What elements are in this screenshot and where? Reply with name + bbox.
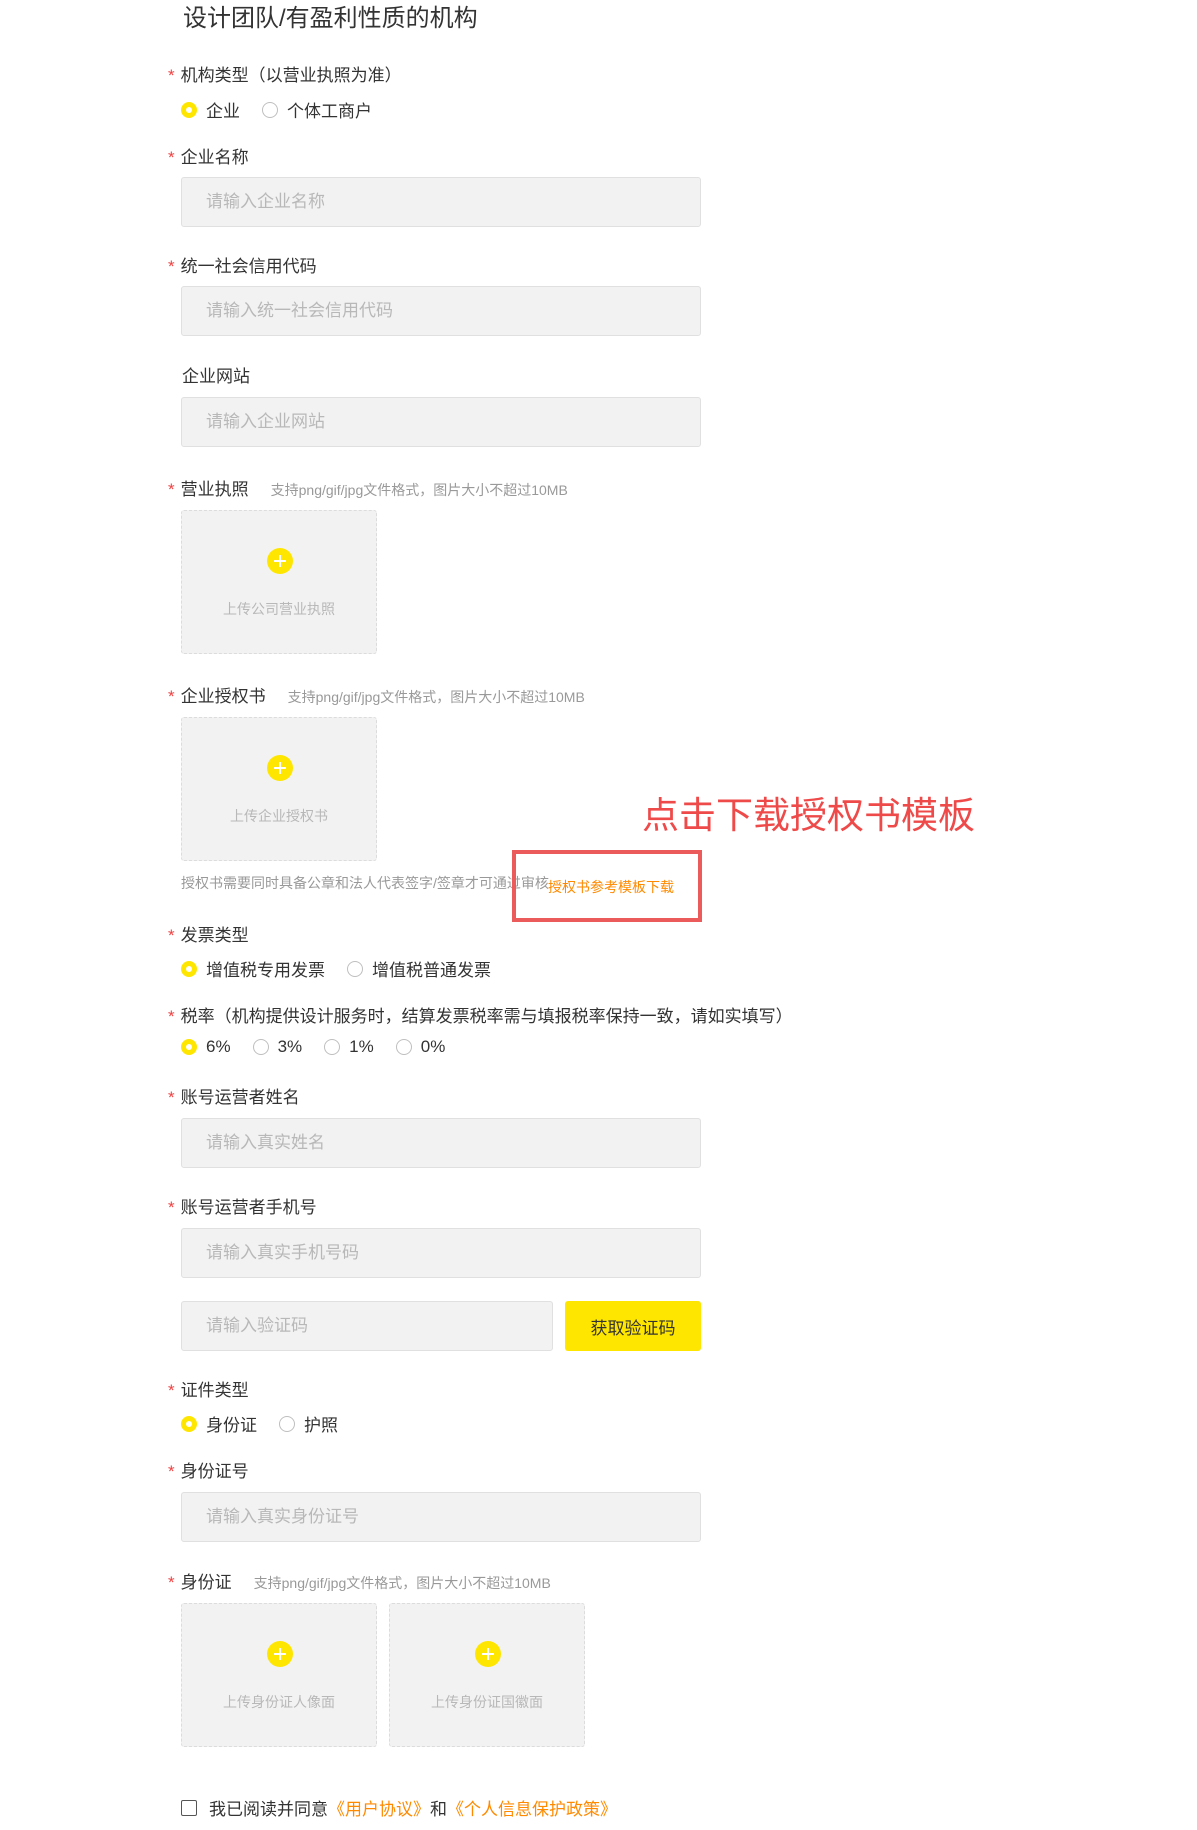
- verification-code-input[interactable]: [181, 1301, 553, 1351]
- invoice-option-general[interactable]: 增值税普通发票: [347, 956, 491, 981]
- radio-checked-icon: [181, 1415, 197, 1432]
- id-card-label: * 身份证 支持png/gif/jpg文件格式，图片大小不超过10MB: [168, 1573, 551, 1592]
- agreement-checkbox[interactable]: [181, 1799, 197, 1816]
- org-type-option-individual[interactable]: 个体工商户: [262, 97, 372, 122]
- radio-unchecked-icon: [252, 1039, 269, 1055]
- tax-option-0[interactable]: 0%: [395, 1037, 445, 1057]
- radio-checked-icon: [181, 960, 197, 977]
- id-card-back-upload-label: 上传身份证国徽面: [431, 1694, 543, 1710]
- id-card-front-upload[interactable]: 上传身份证人像面: [181, 1603, 377, 1747]
- agreement-row: 我已阅读并同意 《用户协议》 和 《个人信息保护政策》: [181, 1795, 617, 1820]
- authorization-note: 授权书需要同时具备公章和法人代表签字/签章才可通过审核: [181, 875, 549, 891]
- invoice-type-label: * 发票类型: [168, 926, 249, 945]
- tax-option-3[interactable]: 3%: [252, 1037, 302, 1057]
- annotation-text: 点击下载授权书模板: [642, 795, 975, 836]
- agreement-prefix: 我已阅读并同意: [209, 1800, 328, 1819]
- company-name-label: * 企业名称: [168, 148, 249, 167]
- id-type-option-passport[interactable]: 护照: [279, 1411, 338, 1436]
- id-type-label: * 证件类型: [168, 1381, 249, 1400]
- operator-phone-input[interactable]: [181, 1228, 701, 1278]
- page-title: 设计团队/有盈利性质的机构: [183, 5, 478, 32]
- authorization-label: * 企业授权书 支持png/gif/jpg文件格式，图片大小不超过10MB: [168, 687, 585, 706]
- credit-code-label: * 统一社会信用代码: [168, 257, 317, 276]
- business-license-upload-label: 上传公司营业执照: [223, 601, 335, 617]
- plus-icon: [267, 1641, 293, 1667]
- agreement-conjunction: 和: [430, 1800, 447, 1819]
- id-card-front-upload-label: 上传身份证人像面: [223, 1694, 335, 1710]
- radio-unchecked-icon: [395, 1039, 412, 1055]
- plus-icon: [475, 1641, 501, 1667]
- business-license-upload[interactable]: 上传公司营业执照: [181, 510, 377, 654]
- authorization-upload-label: 上传企业授权书: [230, 808, 328, 824]
- id-card-back-upload[interactable]: 上传身份证国徽面: [389, 1603, 585, 1747]
- user-agreement-link[interactable]: 《用户协议》: [328, 1795, 430, 1820]
- operator-name-label: * 账号运营者姓名: [168, 1088, 300, 1107]
- invoice-option-special[interactable]: 增值税专用发票: [181, 956, 325, 981]
- plus-icon: [267, 548, 293, 574]
- id-card-hint: 支持png/gif/jpg文件格式，图片大小不超过10MB: [253, 1575, 551, 1591]
- operator-name-input[interactable]: [181, 1118, 701, 1168]
- get-verification-code-button[interactable]: 获取验证码: [565, 1301, 701, 1351]
- id-type-radio-group: 身份证 护照: [181, 1411, 360, 1436]
- org-type-option-enterprise[interactable]: 企业: [181, 97, 240, 122]
- org-type-label: * 机构类型（以营业执照为准）: [168, 66, 402, 85]
- id-number-label: * 身份证号: [168, 1462, 249, 1481]
- business-license-hint: 支持png/gif/jpg文件格式，图片大小不超过10MB: [270, 482, 568, 498]
- website-input[interactable]: [181, 397, 701, 447]
- tax-rate-radio-group: 6% 3% 1% 0%: [181, 1037, 467, 1057]
- radio-unchecked-icon: [347, 960, 363, 977]
- plus-icon: [267, 755, 293, 781]
- authorization-template-download-link[interactable]: 授权书参考模板下载: [548, 877, 674, 897]
- radio-checked-icon: [181, 1039, 197, 1055]
- business-license-label: * 营业执照 支持png/gif/jpg文件格式，图片大小不超过10MB: [168, 480, 568, 499]
- radio-checked-icon: [181, 101, 197, 118]
- company-name-input[interactable]: [181, 177, 701, 227]
- tax-rate-label: * 税率（机构提供设计服务时，结算发票税率需与填报税率保持一致，请如实填写）: [168, 1007, 793, 1026]
- operator-phone-label: * 账号运营者手机号: [168, 1198, 317, 1217]
- org-type-radio-group: 企业 个体工商户: [181, 97, 394, 122]
- credit-code-input[interactable]: [181, 286, 701, 336]
- authorization-upload[interactable]: 上传企业授权书: [181, 717, 377, 861]
- privacy-policy-link[interactable]: 《个人信息保护政策》: [447, 1795, 617, 1820]
- id-number-input[interactable]: [181, 1492, 701, 1542]
- authorization-hint: 支持png/gif/jpg文件格式，图片大小不超过10MB: [287, 689, 585, 705]
- radio-unchecked-icon: [262, 101, 278, 118]
- radio-unchecked-icon: [279, 1415, 295, 1432]
- website-label: 企业网站: [182, 367, 250, 386]
- invoice-type-radio-group: 增值税专用发票 增值税普通发票: [181, 956, 513, 981]
- tax-option-1[interactable]: 1%: [324, 1037, 374, 1057]
- id-type-option-idcard[interactable]: 身份证: [181, 1411, 257, 1436]
- tax-option-6[interactable]: 6%: [181, 1037, 231, 1057]
- radio-unchecked-icon: [324, 1039, 341, 1055]
- org-type-label-text: 机构类型（以营业执照为准）: [180, 66, 402, 85]
